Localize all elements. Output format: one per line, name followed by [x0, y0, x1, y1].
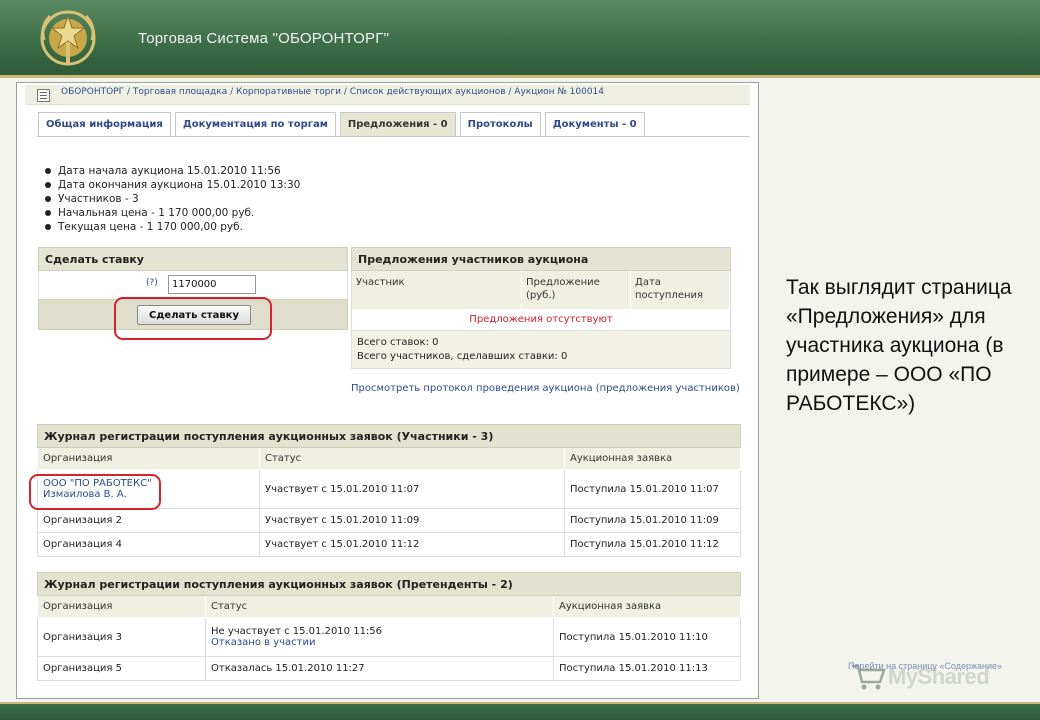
emblem-icon	[40, 10, 96, 66]
bid-panel: Сделать ставку (?) Сделать ставку	[38, 247, 348, 330]
col-offer: Предложение (руб.)	[522, 271, 631, 309]
application-cell: Поступила 15.01.2010 11:09	[564, 508, 741, 533]
status-text: Не участвует с 15.01.2010 11:56	[211, 626, 383, 637]
bid-panel-title: Сделать ставку	[38, 247, 348, 271]
slide-note: Так выглядит страница «Предложения» для …	[786, 276, 1012, 415]
status-cell: Участвует с 15.01.2010 11:07	[259, 469, 565, 509]
col-application: Аукционная заявка	[564, 447, 741, 470]
table-row: Организация 5 Отказалась 15.01.2010 11:2…	[37, 656, 741, 681]
col-organization: Организация	[37, 595, 206, 618]
col-participant: Участник	[352, 271, 522, 309]
applicants-journal-title: Журнал регистрации поступления аукционны…	[37, 572, 741, 596]
breadcrumb-text[interactable]: ОБОРОНТОРГ / Торговая площадка / Корпора…	[61, 87, 604, 97]
table-row: Организация 3 Не участвует с 15.01.2010 …	[37, 617, 741, 657]
slide-footer-band	[0, 702, 1040, 720]
application-cell: Поступила 15.01.2010 11:10	[553, 617, 741, 657]
total-bids: Всего ставок: 0	[357, 337, 439, 348]
participants-journal-title: Журнал регистрации поступления аукционны…	[37, 424, 741, 448]
person-link[interactable]: Измаилова В. А.	[43, 489, 254, 500]
make-bid-button[interactable]: Сделать ставку	[137, 305, 251, 325]
contents-link[interactable]: Перейти на страницу «Содержание»	[848, 661, 1002, 671]
org-cell: Организация 2	[37, 508, 260, 533]
col-application: Аукционная заявка	[553, 595, 741, 618]
org-link[interactable]: ООО "ПО РАБОТЕКС"	[43, 478, 254, 489]
tab-documents[interactable]: Документы - 0	[544, 112, 645, 136]
applicants-journal: Журнал регистрации поступления аукционны…	[37, 572, 741, 681]
help-link[interactable]: (?)	[146, 278, 158, 288]
tab-documentation[interactable]: Документация по торгам	[174, 112, 336, 136]
slide-header-band: Торговая Система "ОБОРОНТОРГ"	[0, 0, 1040, 78]
fact-end-date: Дата окончания аукциона 15.01.2010 13:30	[45, 178, 300, 192]
tab-divider	[37, 136, 750, 137]
status-cell: Участвует с 15.01.2010 11:09	[259, 508, 565, 533]
offers-empty-message: Предложения отсутствуют	[351, 309, 731, 331]
status-cell: Участвует с 15.01.2010 11:12	[259, 532, 565, 557]
application-cell: Поступила 15.01.2010 11:12	[564, 532, 741, 557]
offers-panel: Предложения участников аукциона Участник…	[351, 247, 731, 369]
org-cell: Организация 3	[37, 617, 206, 657]
application-cell: Поступила 15.01.2010 11:07	[564, 469, 741, 509]
org-cell: Организация 5	[37, 656, 206, 681]
org-cell: Организация 4	[37, 532, 260, 557]
table-row: Организация 2 Участвует с 15.01.2010 11:…	[37, 508, 741, 533]
col-status: Статус	[259, 447, 565, 470]
fact-start-price: Начальная цена - 1 170 000,00 руб.	[45, 206, 300, 220]
col-status: Статус	[205, 595, 554, 618]
slide-title: Торговая Система "ОБОРОНТОРГ"	[138, 30, 390, 47]
tab-protocols[interactable]: Протоколы	[459, 112, 541, 136]
col-organization: Организация	[37, 447, 260, 470]
total-bidders: Всего участников, сделавших ставки: 0	[357, 351, 568, 362]
offers-summary: Всего ставок: 0 Всего участников, сделав…	[351, 331, 731, 369]
auction-facts: Дата начала аукциона 15.01.2010 11:56 Да…	[45, 164, 300, 234]
fact-participants: Участников - 3	[45, 192, 300, 206]
breadcrumb: ОБОРОНТОРГ / Торговая площадка / Корпора…	[25, 85, 750, 105]
tab-bar: Общая информация Документация по торгам …	[38, 112, 649, 136]
list-icon[interactable]	[37, 89, 50, 102]
table-row: ООО "ПО РАБОТЕКС" Измаилова В. А. Участв…	[37, 469, 741, 509]
status-cell: Отказалась 15.01.2010 11:27	[205, 656, 554, 681]
rejection-link[interactable]: Отказано в участии	[211, 637, 548, 648]
col-date: Дата поступления	[631, 271, 730, 309]
tab-general-info[interactable]: Общая информация	[38, 112, 171, 136]
auction-page-screenshot: ОБОРОНТОРГ / Торговая площадка / Корпора…	[16, 82, 759, 699]
fact-start-date: Дата начала аукциона 15.01.2010 11:56	[45, 164, 300, 178]
offers-panel-title: Предложения участников аукциона	[351, 247, 731, 271]
view-protocol-link[interactable]: Просмотреть протокол проведения аукциона…	[351, 383, 740, 394]
bid-amount-input[interactable]	[168, 275, 256, 294]
table-row: Организация 4 Участвует с 15.01.2010 11:…	[37, 532, 741, 557]
tab-offers[interactable]: Предложения - 0	[339, 112, 456, 136]
participants-journal: Журнал регистрации поступления аукционны…	[37, 424, 741, 557]
offers-header-row: Участник Предложение (руб.) Дата поступл…	[351, 271, 731, 309]
application-cell: Поступила 15.01.2010 11:13	[553, 656, 741, 681]
fact-current-price: Текущая цена - 1 170 000,00 руб.	[45, 220, 300, 234]
